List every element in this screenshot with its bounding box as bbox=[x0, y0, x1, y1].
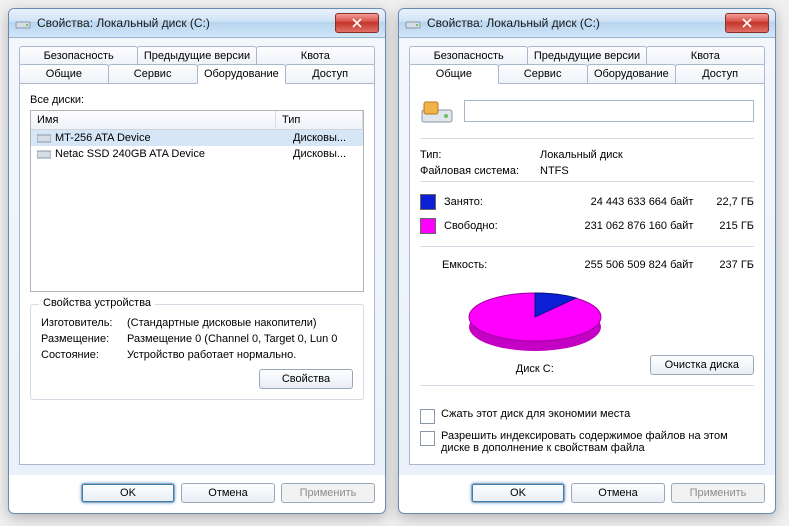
tab-sharing[interactable]: Доступ bbox=[285, 64, 375, 84]
tab-hardware[interactable]: Оборудование bbox=[587, 64, 677, 84]
checkbox[interactable] bbox=[420, 409, 435, 424]
tab-hardware[interactable]: Оборудование bbox=[197, 64, 287, 84]
tab-quota[interactable]: Квота bbox=[256, 46, 375, 65]
used-swatch bbox=[420, 194, 436, 210]
close-button[interactable] bbox=[335, 13, 379, 33]
tab-security[interactable]: Безопасность bbox=[19, 46, 138, 65]
location-value: Размещение 0 (Channel 0, Target 0, Lun 0 bbox=[127, 333, 353, 345]
tab-previous-versions[interactable]: Предыдущие версии bbox=[527, 46, 646, 65]
column-name[interactable]: Имя bbox=[31, 111, 276, 129]
space-table: Занято: 24 443 633 664 байт 22,7 ГБ Своб… bbox=[420, 190, 754, 275]
tab-quota[interactable]: Квота bbox=[646, 46, 765, 65]
type-label: Тип: bbox=[420, 149, 540, 161]
window-title: Свойства: Локальный диск (C:) bbox=[427, 16, 719, 30]
list-item[interactable]: Netac SSD 240GB ATA Device Дисковы... bbox=[31, 146, 363, 162]
hdd-icon bbox=[37, 132, 51, 144]
properties-window-hardware: Свойства: Локальный диск (C:) Безопаснос… bbox=[8, 8, 386, 514]
tab-previous-versions[interactable]: Предыдущие версии bbox=[137, 46, 256, 65]
client-area: Безопасность Предыдущие версии Квота Общ… bbox=[399, 38, 775, 475]
status-label: Состояние: bbox=[41, 349, 127, 361]
tab-service[interactable]: Сервис bbox=[498, 64, 588, 84]
manufacturer-label: Изготовитель: bbox=[41, 317, 127, 329]
location-label: Размещение: bbox=[41, 333, 127, 345]
listview-header: Имя Тип bbox=[31, 111, 363, 130]
capacity-label: Емкость: bbox=[442, 259, 487, 271]
tab-security[interactable]: Безопасность bbox=[409, 46, 528, 65]
compress-label: Сжать этот диск для экономии места bbox=[441, 408, 630, 420]
ok-button[interactable]: OK bbox=[81, 483, 175, 503]
apply-button: Применить bbox=[671, 483, 765, 503]
cancel-button[interactable]: Отмена bbox=[181, 483, 275, 503]
drive-large-icon bbox=[420, 94, 454, 128]
type-value: Локальный диск bbox=[540, 149, 754, 161]
used-label: Занято: bbox=[444, 196, 483, 208]
used-gb: 22,7 ГБ bbox=[703, 190, 754, 214]
tab-general[interactable]: Общие bbox=[409, 64, 499, 84]
drive-name: MT-256 ATA Device bbox=[55, 132, 289, 144]
status-value: Устройство работает нормально. bbox=[127, 349, 353, 361]
tabs-row-1: Безопасность Предыдущие версии Квота bbox=[19, 46, 375, 65]
device-properties-group: Свойства устройства Изготовитель: (Станд… bbox=[30, 304, 364, 400]
drive-icon bbox=[405, 15, 421, 31]
volume-name-input[interactable] bbox=[464, 100, 754, 122]
capacity-bytes: 255 506 509 824 байт bbox=[550, 255, 704, 275]
free-label: Свободно: bbox=[444, 220, 498, 232]
index-label: Разрешить индексировать содержимое файло… bbox=[441, 430, 754, 454]
free-bytes: 231 062 876 160 байт bbox=[550, 214, 704, 238]
tab-panel-hardware: Все диски: Имя Тип MT-256 ATA Device Дис… bbox=[19, 83, 375, 465]
pie-caption: Диск C: bbox=[516, 363, 554, 375]
tabs-row-1: Безопасность Предыдущие версии Квота bbox=[409, 46, 765, 65]
column-type[interactable]: Тип bbox=[276, 111, 363, 129]
titlebar[interactable]: Свойства: Локальный диск (C:) bbox=[9, 9, 385, 38]
pie-chart bbox=[460, 285, 610, 357]
close-button[interactable] bbox=[725, 13, 769, 33]
client-area: Безопасность Предыдущие версии Квота Общ… bbox=[9, 38, 385, 475]
device-properties-button[interactable]: Свойства bbox=[259, 369, 353, 389]
titlebar[interactable]: Свойства: Локальный диск (C:) bbox=[399, 9, 775, 38]
drive-type: Дисковы... bbox=[293, 132, 357, 144]
drive-name: Netac SSD 240GB ATA Device bbox=[55, 148, 289, 160]
window-title: Свойства: Локальный диск (C:) bbox=[37, 16, 329, 30]
dialog-buttons: OK Отмена Применить bbox=[9, 475, 385, 513]
compress-checkbox-row[interactable]: Сжать этот диск для экономии места bbox=[420, 408, 754, 424]
properties-window-general: Свойства: Локальный диск (C:) Безопаснос… bbox=[398, 8, 776, 514]
free-gb: 215 ГБ bbox=[703, 214, 754, 238]
cancel-button[interactable]: Отмена bbox=[571, 483, 665, 503]
tabs-row-2: Общие Сервис Оборудование Доступ bbox=[19, 64, 375, 84]
tab-service[interactable]: Сервис bbox=[108, 64, 198, 84]
free-swatch bbox=[420, 218, 436, 234]
disk-cleanup-button[interactable]: Очистка диска bbox=[650, 355, 754, 375]
list-item[interactable]: MT-256 ATA Device Дисковы... bbox=[31, 130, 363, 146]
drive-type: Дисковы... bbox=[293, 148, 357, 160]
tab-sharing[interactable]: Доступ bbox=[675, 64, 765, 84]
filesystem-value: NTFS bbox=[540, 165, 754, 177]
drive-icon bbox=[15, 15, 31, 31]
tab-general[interactable]: Общие bbox=[19, 64, 109, 84]
capacity-gb: 237 ГБ bbox=[703, 255, 754, 275]
tabs-row-2: Общие Сервис Оборудование Доступ bbox=[409, 64, 765, 84]
all-drives-label: Все диски: bbox=[30, 94, 364, 106]
apply-button: Применить bbox=[281, 483, 375, 503]
tab-panel-general: Тип: Локальный диск Файловая система: NT… bbox=[409, 83, 765, 465]
used-bytes: 24 443 633 664 байт bbox=[550, 190, 704, 214]
index-checkbox-row[interactable]: Разрешить индексировать содержимое файло… bbox=[420, 430, 754, 454]
checkbox[interactable] bbox=[420, 431, 435, 446]
hdd-icon bbox=[37, 148, 51, 160]
manufacturer-value: (Стандартные дисковые накопители) bbox=[127, 317, 353, 329]
ok-button[interactable]: OK bbox=[471, 483, 565, 503]
drives-listview[interactable]: Имя Тип MT-256 ATA Device Дисковы... Net… bbox=[30, 110, 364, 292]
groupbox-title: Свойства устройства bbox=[39, 297, 155, 309]
filesystem-label: Файловая система: bbox=[420, 165, 540, 177]
dialog-buttons: OK Отмена Применить bbox=[399, 475, 775, 513]
